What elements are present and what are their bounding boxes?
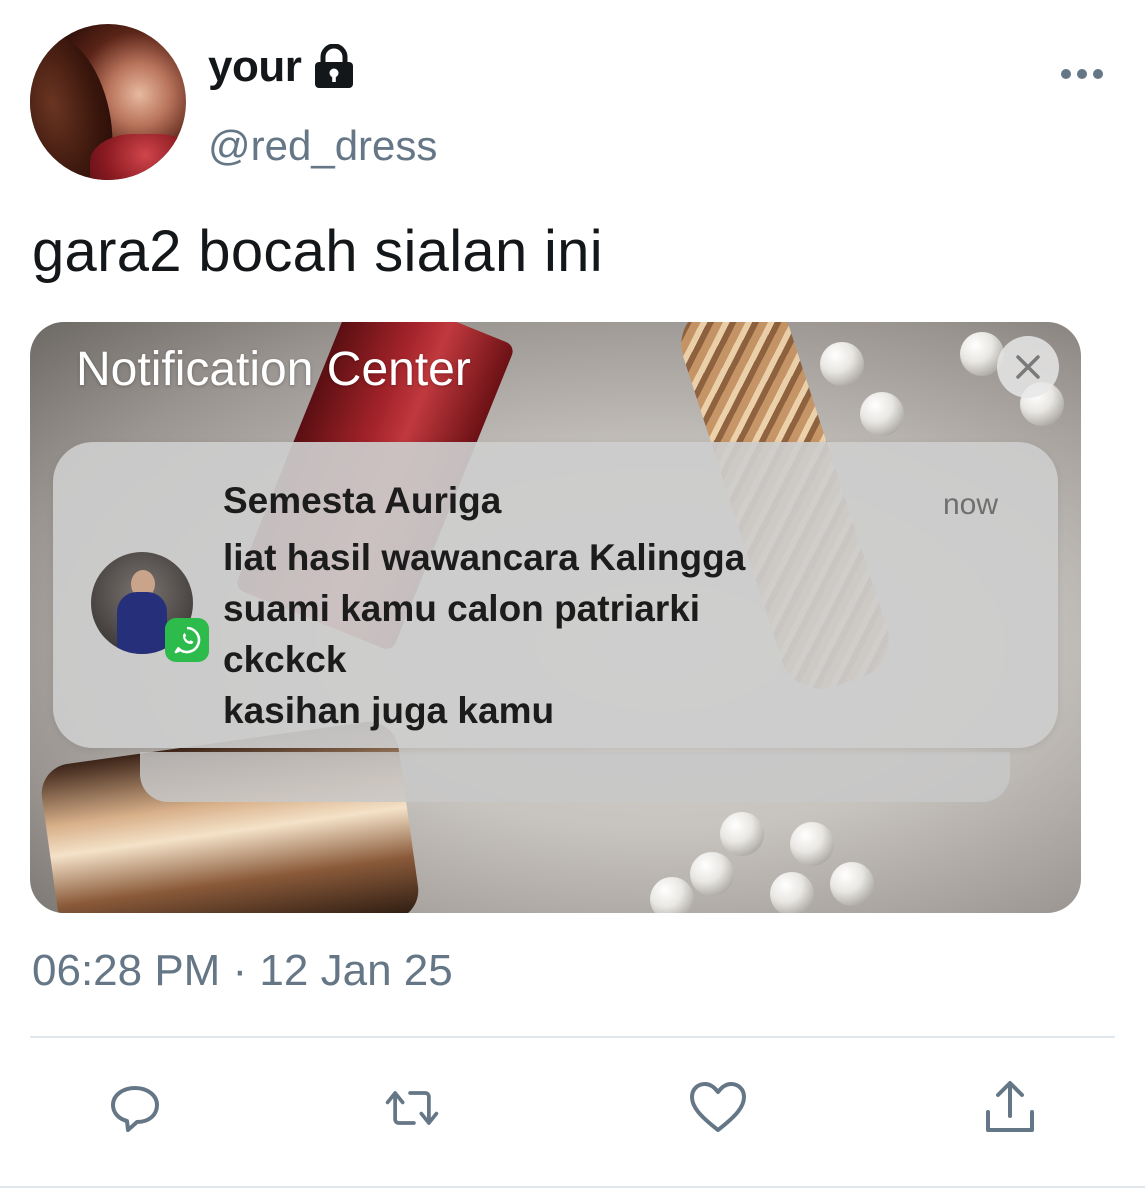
divider xyxy=(30,1036,1115,1038)
retweet-button[interactable] xyxy=(382,1078,442,1138)
whatsapp-glyph xyxy=(174,626,201,654)
notification-sender: Semesta Auriga xyxy=(223,480,502,521)
notification-line: suami kamu calon patriarki xyxy=(223,588,701,629)
tweet-media-image[interactable]: Notification Center Semesta Auriga now l… xyxy=(30,322,1081,913)
whatsapp-icon xyxy=(165,618,209,662)
tweet-text: gara2 bocah sialan ini xyxy=(32,219,603,284)
user-handle[interactable]: @red_dress xyxy=(208,122,437,170)
reply-icon xyxy=(111,1086,159,1132)
pearl xyxy=(770,872,814,913)
avatar-dress xyxy=(90,134,186,180)
pearl xyxy=(830,862,874,906)
tweet-action-bar xyxy=(0,1078,1145,1138)
profile-avatar[interactable] xyxy=(30,24,186,180)
bottom-divider xyxy=(0,1186,1145,1188)
notification-center-title: Notification Center xyxy=(76,343,471,396)
notification-close-button[interactable] xyxy=(997,336,1059,398)
lock-icon xyxy=(315,44,354,88)
share-icon xyxy=(986,1081,1034,1132)
close-icon xyxy=(1016,355,1040,379)
more-icon[interactable] xyxy=(1059,62,1105,86)
heart-icon xyxy=(690,1082,746,1132)
notification-card[interactable]: Semesta Auriga now liat hasil wawancara … xyxy=(53,442,1058,748)
notification-message: liat hasil wawancara Kalingga suami kamu… xyxy=(223,532,745,736)
pearl xyxy=(860,392,904,436)
pearl xyxy=(650,877,694,913)
pearl xyxy=(690,852,734,896)
notification-line: liat hasil wawancara Kalingga xyxy=(223,537,746,578)
avatar-body xyxy=(117,592,167,654)
notification-line: ckckck xyxy=(223,639,347,680)
retweet-icon xyxy=(385,1091,439,1125)
notification-time: now xyxy=(942,488,998,521)
pearl xyxy=(720,812,764,856)
notification-line: kasihan juga kamu xyxy=(223,690,555,731)
pearl xyxy=(790,822,834,866)
stacked-notifications xyxy=(140,752,1010,802)
like-button[interactable] xyxy=(688,1078,748,1138)
display-name[interactable]: your xyxy=(208,42,302,92)
pearl xyxy=(820,342,864,386)
share-button[interactable] xyxy=(980,1078,1040,1138)
reply-button[interactable] xyxy=(105,1078,165,1138)
tweet-timestamp[interactable]: 06:28 PM · 12 Jan 25 xyxy=(32,946,453,996)
display-name-row[interactable]: your xyxy=(208,42,357,92)
